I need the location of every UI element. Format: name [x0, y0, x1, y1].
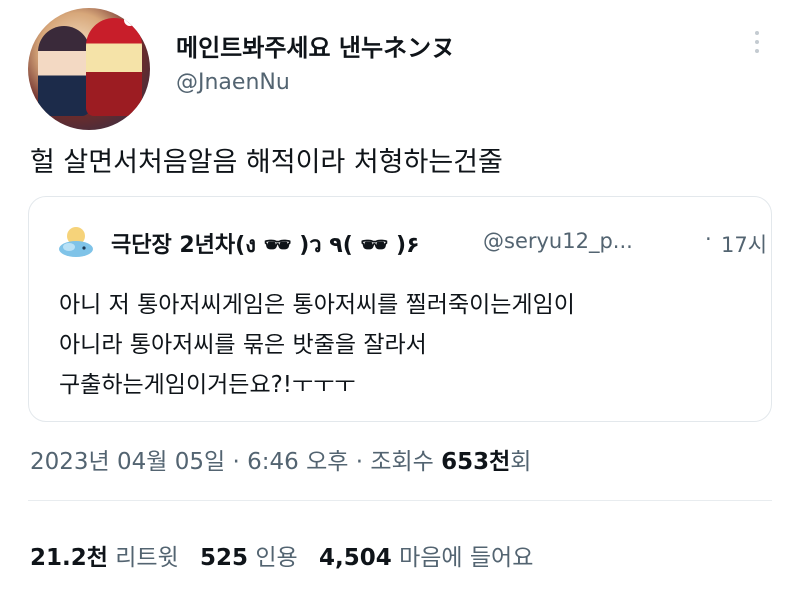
- tweet-text: 헐 살면서처음알음 해적이라 처형하는건줄: [30, 147, 503, 178]
- quoted-text-line: 아니라 통아저씨를 묶은 밧줄을 잘라서: [59, 332, 427, 358]
- quoted-separator: ·: [705, 227, 712, 251]
- quoted-time[interactable]: 17시: [721, 229, 767, 259]
- display-name[interactable]: 메인트봐주세요 낸누ネンヌ: [176, 28, 455, 63]
- views-label: 조회수: [370, 449, 442, 475]
- retweets-count[interactable]: 21.2천: [30, 545, 108, 571]
- avatar-doll-right: [86, 18, 142, 116]
- more-vertical-icon[interactable]: [742, 24, 772, 60]
- avatar-doll-left: [38, 26, 90, 116]
- whale-cloud-icon: [59, 227, 93, 257]
- quotes-count[interactable]: 525: [200, 545, 248, 571]
- retweets-label[interactable]: 리트윗: [115, 545, 178, 571]
- quoted-text-line: 아니 저 통아저씨게임은 통아저씨를 찔러죽이는게임이: [59, 292, 575, 318]
- quoted-tweet-card[interactable]: 극단장 2년차(ง 🕶 )ว ٩( 🕶 )۶ @seryu12_p... · 1…: [28, 196, 772, 422]
- tweet-time[interactable]: 6:46 오후: [247, 449, 348, 475]
- quoted-display-name[interactable]: 극단장 2년차(ง 🕶 )ว ٩( 🕶 )۶: [111, 227, 420, 262]
- views-count: 653천: [441, 449, 511, 475]
- likes-label[interactable]: 마음에 들어요: [399, 545, 533, 571]
- quoted-handle[interactable]: @seryu12_p...: [483, 229, 633, 253]
- quotes-label[interactable]: 인용: [255, 545, 297, 571]
- quoted-text: 아니 저 통아저씨게임은 통아저씨를 찔러죽이는게임이 아니라 통아저씨를 묶은…: [59, 285, 575, 405]
- tweet-meta: 2023년 04월 05일 · 6:46 오후 · 조회수 653천회: [30, 442, 531, 476]
- meta-separator: ·: [225, 449, 248, 475]
- tweet-date[interactable]: 2023년 04월 05일: [30, 449, 225, 475]
- likes-count[interactable]: 4,504: [319, 545, 392, 571]
- quoted-text-line: 구출하는게임이거든요?!ㅜㅜㅜ: [59, 372, 356, 398]
- views-suffix: 회: [510, 449, 532, 475]
- avatar-hat-pom: [124, 14, 136, 26]
- meta-separator: ·: [348, 449, 371, 475]
- avatar[interactable]: [28, 8, 150, 130]
- divider: [28, 500, 772, 501]
- engagement-stats: 21.2천 리트윗 525 인용 4,504 마음에 들어요: [30, 538, 533, 572]
- handle[interactable]: @JnaenNu: [176, 70, 290, 95]
